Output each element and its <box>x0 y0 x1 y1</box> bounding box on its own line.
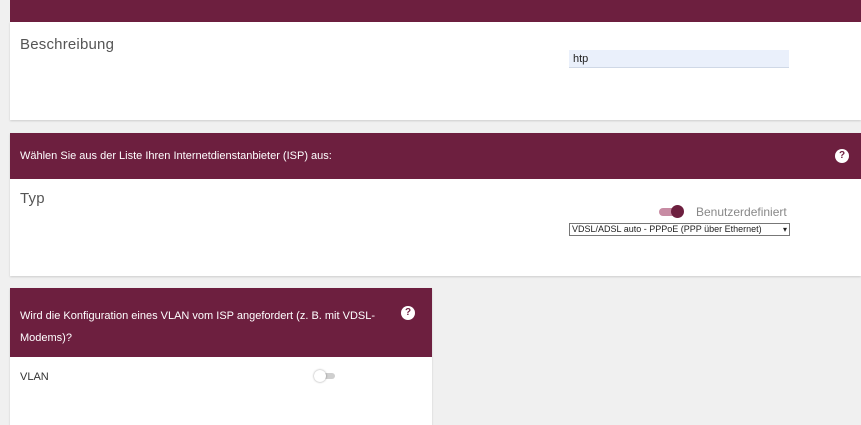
help-icon[interactable]: ? <box>835 149 849 163</box>
vlan-header-line1: Wird die Konfiguration eines VLAN vom IS… <box>20 310 376 322</box>
description-label: Beschreibung <box>20 36 115 53</box>
chevron-down-icon: ▾ <box>782 225 787 234</box>
description-input[interactable] <box>569 50 789 68</box>
help-icon[interactable]: ? <box>401 306 415 320</box>
custom-toggle-label: Benutzerdefiniert <box>696 205 787 219</box>
isp-type-select[interactable]: VDSL/ADSL auto - PPPoE (PPP über Etherne… <box>569 223 790 236</box>
isp-header: Wählen Sie aus der Liste Ihren Internetd… <box>10 133 861 179</box>
top-header-strip <box>10 0 861 22</box>
vlan-toggle[interactable] <box>314 370 338 382</box>
vlan-header-text: Wird die Konfiguration eines VLAN vom IS… <box>20 305 375 349</box>
custom-toggle[interactable] <box>659 205 685 218</box>
vlan-panel: Wird die Konfiguration eines VLAN vom IS… <box>10 288 432 425</box>
toggle-knob <box>314 370 326 382</box>
description-panel: Beschreibung <box>10 22 861 120</box>
isp-type-select-value: VDSL/ADSL auto - PPPoE (PPP über Etherne… <box>572 224 762 234</box>
isp-panel: Wählen Sie aus der Liste Ihren Internetd… <box>10 133 861 276</box>
vlan-label: VLAN <box>20 371 49 383</box>
vlan-header-line2: Modems)? <box>20 332 72 344</box>
type-label: Typ <box>20 190 45 207</box>
isp-header-text: Wählen Sie aus der Liste Ihren Internetd… <box>20 150 332 162</box>
vlan-header: Wird die Konfiguration eines VLAN vom IS… <box>10 288 432 357</box>
toggle-knob <box>671 205 684 218</box>
